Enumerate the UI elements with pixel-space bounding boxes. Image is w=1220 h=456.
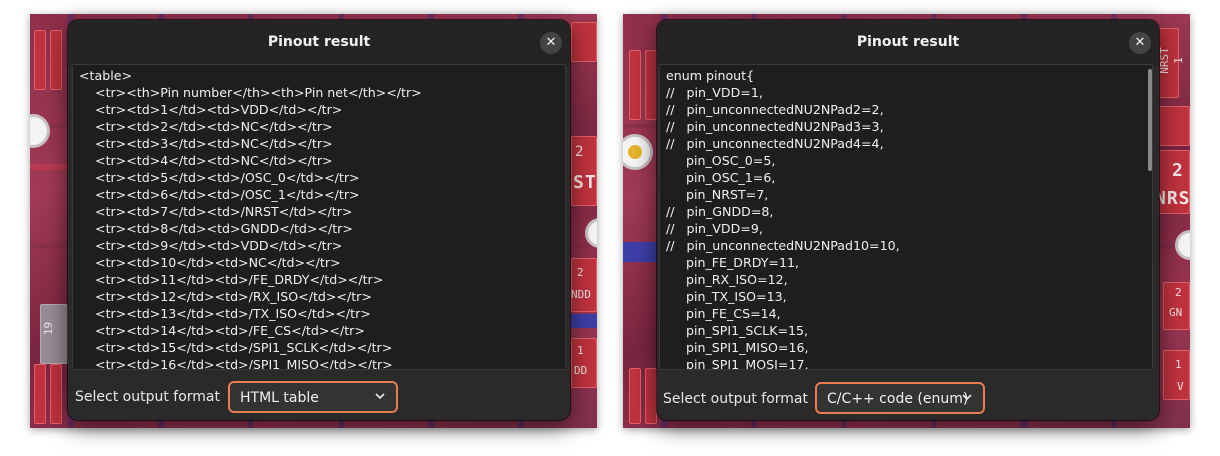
code-line: pin_SPI1_MISO=16, [666, 340, 809, 355]
dialog-title: Pinout result [856, 34, 960, 50]
pcb-via [623, 134, 653, 170]
dialog-title: Pinout result [267, 34, 371, 50]
pcb-label: DD [574, 364, 588, 377]
output-format-label: Select output format [663, 391, 808, 407]
pcb-via [585, 218, 597, 248]
pcb-pad [629, 368, 641, 424]
dialog-header: Pinout result ✕ [657, 20, 1159, 66]
dialog-header: Pinout result ✕ [68, 20, 570, 66]
pcb-pad [645, 368, 657, 424]
code-line: <tr><td>11</td><td>/FE_DRDY</td></tr> [79, 272, 384, 287]
code-line: <tr><td>16</td><td>/SPI1_MISO</td></tr> [79, 357, 393, 370]
pinout-output-text[interactable]: <table> <tr><th>Pin number</th><th>Pin n… [72, 64, 566, 370]
output-format-value: HTML table [240, 390, 319, 406]
pcb-label: 2 [1175, 286, 1182, 299]
pcb-via [30, 114, 50, 148]
code-line: <tr><td>6</td><td>/OSC_1</td></tr> [79, 187, 360, 202]
pcb-pad [571, 338, 597, 388]
code-line: pin_FE_CS=14, [666, 306, 781, 321]
code-line: pin_NRST=7, [666, 187, 769, 202]
pcb-pad [34, 30, 46, 90]
code-line: <tr><td>4</td><td>NC</td></tr> [79, 153, 333, 168]
pcb-pad [50, 30, 62, 90]
chevron-down-icon [375, 393, 385, 400]
pcb-pad [50, 364, 62, 424]
code-line: <tr><td>12</td><td>/RX_ISO</td></tr> [79, 289, 372, 304]
pcb-pad [571, 22, 597, 62]
code-line: <tr><td>10</td><td>NC</td></tr> [79, 255, 341, 270]
scrollbar[interactable] [1148, 69, 1152, 171]
output-format-value: C/C++ code (enum) [827, 391, 969, 407]
output-format-label: Select output format [75, 389, 220, 405]
pcb-label: 2 [1172, 160, 1184, 181]
code-line: <tr><td>15</td><td>/SPI1_SCLK</td></tr> [79, 340, 393, 355]
code-line: <tr><td>14</td><td>/FE_CS</td></tr> [79, 323, 365, 338]
pcb-label: 1 [577, 344, 584, 357]
pcb-pad [629, 50, 641, 120]
output-format-select[interactable]: HTML table [228, 381, 398, 413]
pinout-dialog-html: Pinout result ✕ <table> <tr><th>Pin numb… [68, 20, 570, 420]
pcb-label: 2 [575, 144, 584, 160]
pcb-label: GN [1169, 306, 1183, 319]
code-line: <tr><td>3</td><td>NC</td></tr> [79, 136, 333, 151]
code-line: <tr><td>1</td><td>VDD</td></tr> [79, 102, 343, 117]
output-format-select[interactable]: C/C++ code (enum) [815, 382, 985, 414]
pcb-track [623, 242, 659, 262]
pcb-pad [645, 50, 657, 120]
code-line: // pin_VDD=9, [666, 221, 763, 236]
pcb-label: NRST [1157, 47, 1171, 74]
code-line: <tr><td>7</td><td>/NRST</td></tr> [79, 204, 353, 219]
code-line: // pin_unconnectedNU2NPad3=3, [666, 119, 884, 134]
pcb-track [30, 164, 70, 170]
code-line: pin_RX_ISO=12, [666, 272, 788, 287]
close-icon: ✕ [545, 35, 557, 50]
close-button[interactable]: ✕ [540, 32, 562, 54]
code-line: pin_FE_DRDY=11, [666, 255, 800, 270]
code-line: pin_OSC_0=5, [666, 153, 776, 168]
code-line: pin_SPI1_SCLK=15, [666, 323, 809, 338]
code-line: pin_TX_ISO=13, [666, 289, 787, 304]
code-line: enum pinout{ [666, 68, 755, 83]
pcb-label: NDD [571, 288, 591, 301]
code-line: // pin_unconnectedNU2NPad10=10, [666, 238, 900, 253]
pcb-label: 1 [1175, 358, 1182, 371]
code-line: <tr><td>5</td><td>/OSC_0</td></tr> [79, 170, 360, 185]
code-line: pin_SPI1_MOSI=17, [666, 357, 809, 370]
code-line: <tr><td>9</td><td>VDD</td></tr> [79, 238, 343, 253]
pinout-output-text[interactable]: enum pinout{ // pin_VDD=1, // pin_unconnec… [659, 64, 1153, 370]
pcb-label: V [1177, 380, 1184, 393]
pcb-pad [571, 258, 597, 312]
pcb-label: 1 [1171, 57, 1185, 64]
code-line: <tr><th>Pin number</th><th>Pin net</th><… [79, 85, 422, 100]
code-line: // pin_unconnectedNU2NPad4=4, [666, 136, 884, 151]
pcb-label: 19 [42, 321, 56, 336]
pinout-dialog-enum: Pinout result ✕ enum pinout{ // pin_VDD=1… [657, 20, 1159, 420]
pcb-label: NRS [1155, 188, 1190, 209]
close-button[interactable]: ✕ [1129, 32, 1151, 54]
code-line: // pin_VDD=1, [666, 85, 763, 100]
pcb-label: ST [573, 172, 597, 193]
code-line: // pin_unconnectedNU2NPad2=2, [666, 102, 884, 117]
pcb-pad [34, 364, 46, 424]
code-line: <table> [79, 68, 133, 83]
pcb-track [571, 314, 597, 328]
pcb-via [1175, 230, 1190, 260]
chevron-down-icon [962, 394, 972, 401]
close-icon: ✕ [1134, 35, 1146, 50]
code-line: <tr><td>8</td><td>GNDD</td></tr> [79, 221, 353, 236]
pcb-pad [1155, 106, 1190, 146]
code-line: pin_OSC_1=6, [666, 170, 776, 185]
code-line: <tr><td>2</td><td>NC</td></tr> [79, 119, 333, 134]
pcb-label: 2 [577, 266, 584, 279]
code-line: // pin_GNDD=8, [666, 204, 774, 219]
code-line: <tr><td>13</td><td>/TX_ISO</td></tr> [79, 306, 371, 321]
